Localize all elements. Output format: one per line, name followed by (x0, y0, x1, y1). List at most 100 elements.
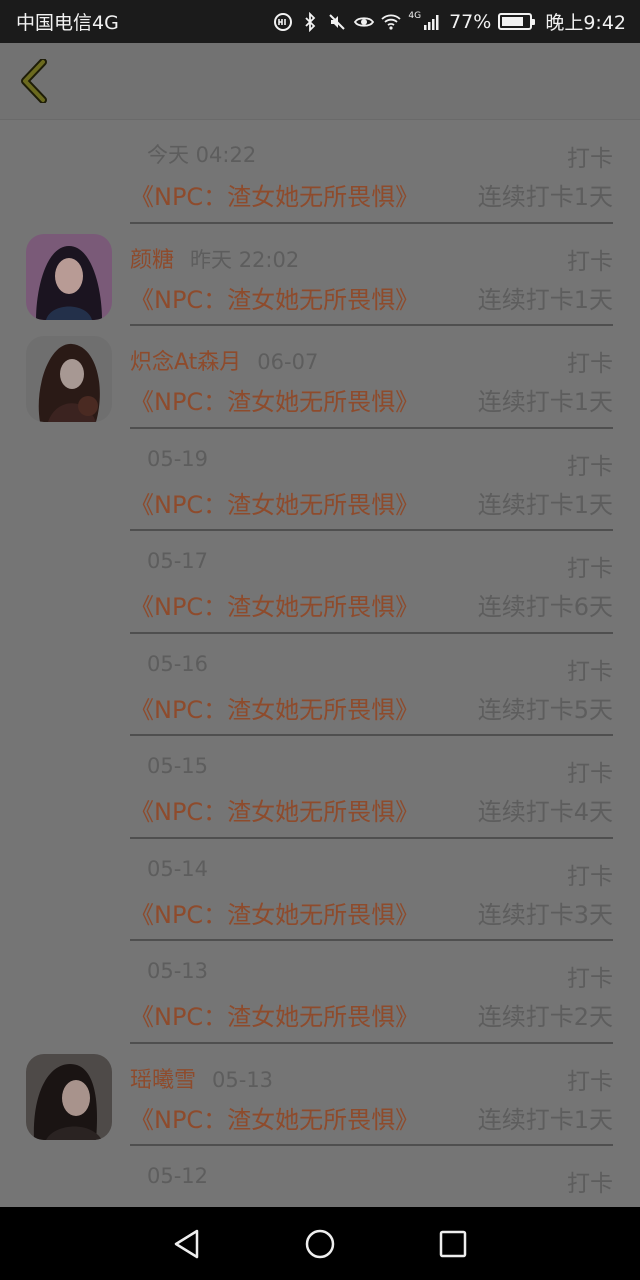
feed-item-body: 炽念At森月 06-07 《NPC：渣女她无所畏惧》 打卡 连续打卡1天 (130, 326, 613, 429)
battery-percent: 77% (449, 10, 492, 33)
square-recents-icon (440, 1230, 467, 1257)
timestamp: 05-16 (147, 651, 209, 676)
network-type: 4G (408, 10, 422, 21)
feed-item[interactable]: 05-17 《NPC：渣女她无所畏惧》 打卡连续打卡6天 (0, 531, 640, 634)
feed-item[interactable]: 瑶曦雪 05-13 《NPC：渣女她无所畏惧》 打卡连续打卡1天 (0, 1044, 640, 1146)
book-title-link[interactable]: 《NPC：渣女她无所畏惧》 (130, 382, 419, 417)
feed-item[interactable]: 炽念At森月 06-07 《NPC：渣女她无所畏惧》 打卡 连续打卡1天 (0, 326, 640, 429)
action-label: 打卡 (567, 1171, 613, 1197)
book-title-link[interactable]: 《NPC：渣女她无所畏惧》 (130, 690, 419, 725)
feed-item-meta: 05-13 (130, 959, 208, 983)
timestamp: 05-19 (147, 446, 209, 471)
triangle-back-icon (174, 1229, 198, 1258)
book-title-link[interactable]: 《NPC：渣女她无所畏惧》 (130, 485, 419, 520)
feed-item-body: 05-17 《NPC：渣女她无所畏惧》 打卡连续打卡6天 (130, 531, 613, 634)
signal-icon (424, 14, 439, 30)
back-button[interactable] (12, 57, 56, 105)
feed-item-body: 05-13 《NPC：渣女她无所畏惧》 打卡连续打卡2天 (130, 941, 613, 1044)
timestamp: 05-15 (147, 754, 209, 778)
feed-item-meta: 05-17 (130, 549, 208, 573)
action-label: 打卡 (567, 966, 613, 992)
username[interactable]: 瑶曦雪 (130, 1068, 196, 1093)
action-label: 打卡 (567, 863, 613, 890)
chevron-left-icon (21, 59, 47, 103)
feed-item-body: 今天 04:22 《NPC：渣女她无所畏惧》 打卡连续打卡1天 (130, 121, 613, 224)
eye-icon (354, 16, 375, 27)
feed-item-body: 05-14 《NPC：渣女她无所畏惧》 打卡连续打卡3天 (130, 839, 613, 941)
feed-item-body: 05-12《NPC：渣女她无所畏惧》打卡 (130, 1146, 613, 1207)
streak-label: 连续打卡3天 (477, 900, 613, 929)
circle-home-icon (305, 1229, 335, 1258)
avatar[interactable] (26, 233, 112, 320)
streak-label: 连续打卡1天 (477, 285, 613, 314)
feed-item-meta: 05-19 (130, 447, 208, 471)
streak-label: 连续打卡6天 (477, 593, 613, 621)
carrier-label: 中国电信4G (16, 12, 119, 34)
book-title-link[interactable]: 《NPC：渣女她无所畏惧》 (130, 587, 419, 622)
feed-item-body: 瑶曦雪 05-13 《NPC：渣女她无所畏惧》 打卡连续打卡1天 (130, 1044, 613, 1146)
book-title-link[interactable]: 《NPC：渣女她无所畏惧》 (130, 177, 419, 212)
book-title-link[interactable]: 《NPC：渣女她无所畏惧》 (130, 1100, 419, 1135)
streak-label: 连续打卡2天 (477, 1003, 613, 1031)
timestamp: 今天 04:22 (147, 143, 257, 167)
book-title-link[interactable]: 《NPC：渣女她无所畏惧》 (130, 997, 419, 1032)
mute-icon (329, 13, 346, 30)
book-title-link[interactable]: 《NPC：渣女她无所畏惧》 (130, 895, 419, 930)
feed-item-meta: 颜糖 昨天 22:02 (130, 242, 299, 274)
timestamp: 06-07 (257, 350, 319, 374)
feed-item-meta: 今天 04:22 (130, 139, 256, 169)
book-title-link[interactable]: 《NPC：渣女她无所畏惧》 (130, 280, 419, 315)
avatar[interactable] (26, 336, 112, 422)
feed-item[interactable]: 05-14 《NPC：渣女她无所畏惧》 打卡连续打卡3天 (0, 839, 640, 941)
action-label: 打卡 (567, 761, 613, 787)
action-label: 打卡 (567, 351, 613, 377)
status-icons: 4G 77% 晚上9:42 (273, 8, 626, 35)
feed-item-meta: 05-12 (130, 1164, 208, 1188)
clock: 晚上9:42 (545, 12, 626, 34)
nav-recents-button[interactable] (433, 1224, 473, 1264)
wifi-icon (381, 14, 402, 30)
feed-item[interactable]: 05-16 《NPC：渣女她无所畏惧》 打卡连续打卡5天 (0, 634, 640, 736)
nav-home-button[interactable] (300, 1224, 340, 1264)
feed-item-meta: 瑶曦雪 05-13 (130, 1062, 273, 1094)
streak-label: 连续打卡4天 (477, 798, 613, 826)
streak-label: 连续打卡1天 (477, 183, 613, 211)
app-header (0, 43, 640, 120)
avatar[interactable] (26, 1053, 112, 1140)
book-title-link[interactable]: 《NPC：渣女她无所畏惧》 (130, 792, 419, 827)
action-label: 打卡 (567, 146, 613, 172)
feed-item[interactable]: 05-13 《NPC：渣女她无所畏惧》 打卡连续打卡2天 (0, 941, 640, 1044)
feed-item-body: 05-19 《NPC：渣女她无所畏惧》 打卡 连续打卡1天 (130, 429, 613, 531)
bluetooth-icon (305, 11, 316, 32)
feed-item-meta: 炽念At森月 06-07 (130, 344, 318, 376)
action-label: 打卡 (567, 1068, 613, 1095)
feed-item-meta: 05-15 (130, 754, 208, 778)
feed-item-meta: 05-14 (130, 857, 208, 881)
feed-item-body: 05-16 《NPC：渣女她无所畏惧》 打卡连续打卡5天 (130, 634, 613, 736)
feed-item[interactable]: 05-15 《NPC：渣女她无所畏惧》 打卡连续打卡4天 (0, 736, 640, 839)
username[interactable]: 炽念At森月 (130, 350, 241, 375)
feed-item[interactable]: 颜糖 昨天 22:02 《NPC：渣女她无所畏惧》 打卡 连续打卡1天 (0, 224, 640, 326)
status-bar: 中国电信4G 4G 77% 晚上9:42 (0, 0, 640, 43)
action-label: 打卡 (567, 556, 613, 582)
feed-item[interactable]: 05-19 《NPC：渣女她无所畏惧》 打卡 连续打卡1天 (0, 429, 640, 531)
action-label: 打卡 (567, 658, 613, 685)
streak-label: 连续打卡1天 (477, 1105, 613, 1134)
timestamp: 05-12 (147, 1164, 209, 1188)
timestamp: 05-13 (212, 1067, 274, 1092)
checkin-feed[interactable]: 今天 04:22 《NPC：渣女她无所畏惧》 打卡 连续打卡1天 颜糖 昨天 22:02 《… (0, 121, 640, 1207)
timestamp: 05-14 (147, 856, 209, 881)
feed-item[interactable]: 今天 04:22 《NPC：渣女她无所畏惧》 打卡连续打卡1天 (0, 121, 640, 224)
username[interactable]: 颜糖 (130, 248, 174, 273)
system-nav-bar (0, 1207, 640, 1280)
timestamp: 昨天 22:02 (190, 247, 300, 272)
action-label: 打卡 (567, 453, 613, 480)
streak-label: 连续打卡5天 (477, 695, 613, 724)
hd-call-icon (274, 12, 293, 31)
feed-item[interactable]: 05-12《NPC：渣女她无所畏惧》打卡 (0, 1146, 640, 1207)
nav-back-button[interactable] (167, 1224, 207, 1264)
timestamp: 05-17 (147, 549, 209, 573)
feed-item-body: 颜糖 昨天 22:02 《NPC：渣女她无所畏惧》 打卡 连续打卡1天 (130, 224, 613, 326)
feed-item-body: 05-15 《NPC：渣女她无所畏惧》 打卡连续打卡4天 (130, 736, 613, 839)
battery-icon (498, 13, 536, 30)
